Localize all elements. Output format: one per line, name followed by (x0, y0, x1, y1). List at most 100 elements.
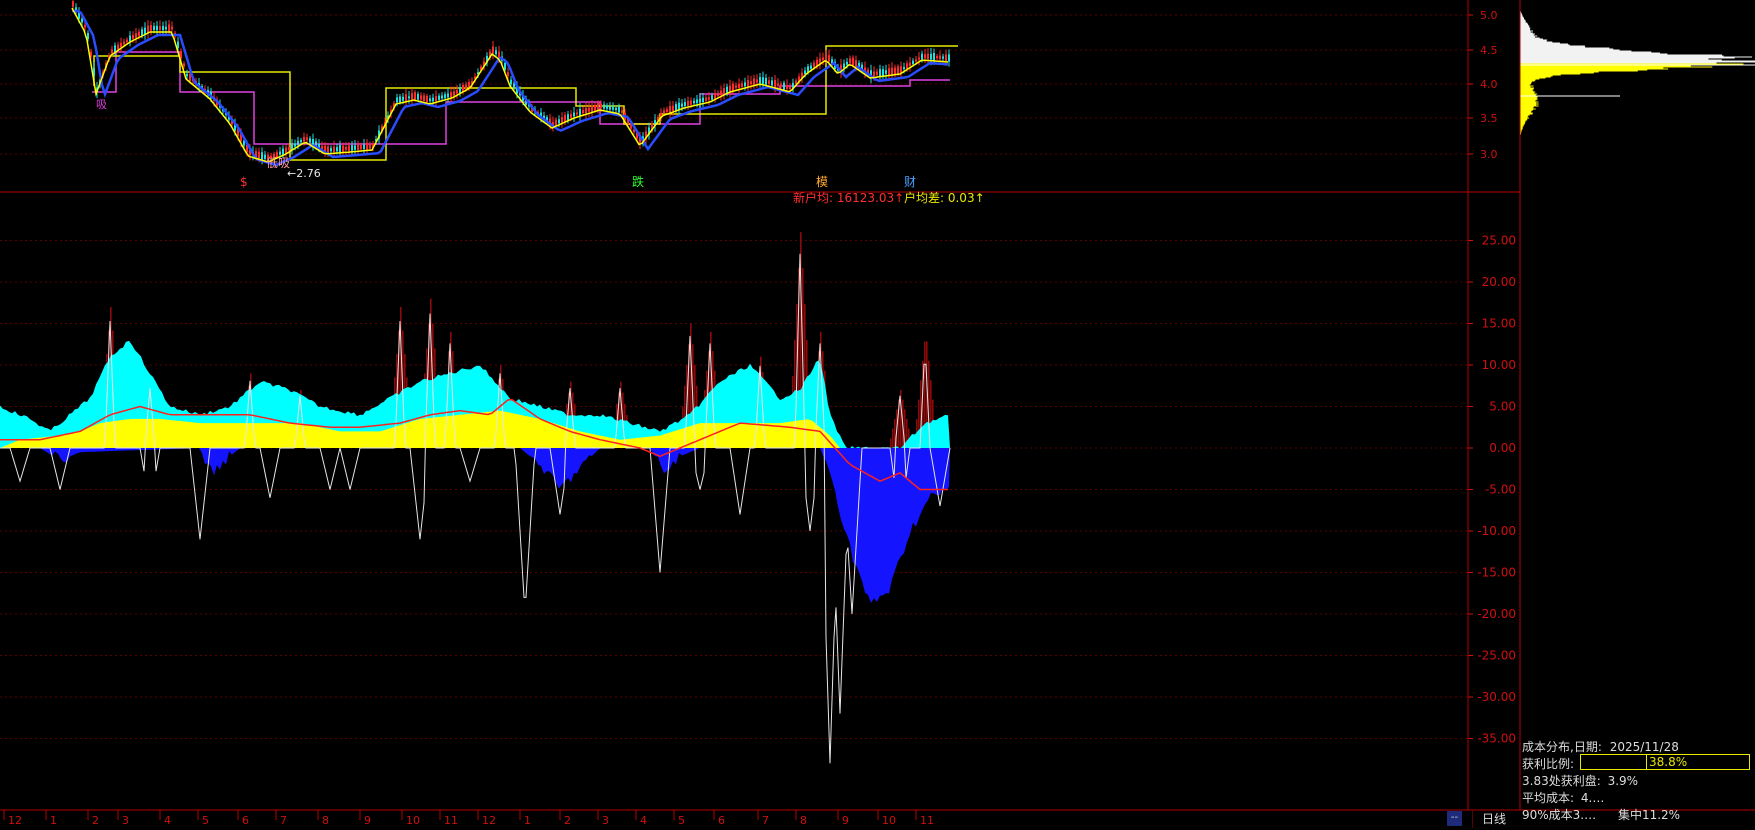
candle (429, 98, 431, 102)
candle (570, 113, 572, 118)
candle (744, 82, 746, 87)
candle (732, 83, 734, 92)
indicator-tick-label: -20.00 (1477, 607, 1516, 621)
indicator-tick-label: -25.00 (1477, 649, 1516, 663)
time-label: 9 (842, 814, 849, 827)
time-label: 8 (322, 814, 329, 827)
candle (351, 145, 353, 151)
household-avg-label: 新户均: 16123.03↑ (793, 190, 904, 205)
candle (822, 57, 824, 61)
candle (720, 90, 722, 96)
candle (408, 96, 410, 99)
indicator-tick-label: 20.00 (1482, 275, 1516, 289)
time-label: 5 (202, 814, 209, 827)
candle (162, 25, 164, 31)
candle (336, 147, 338, 152)
candle (567, 114, 569, 121)
period-selector-button[interactable]: 日线 (1472, 810, 1515, 828)
time-label: 12 (482, 814, 496, 827)
candle (588, 107, 590, 112)
candle (813, 62, 815, 68)
candle (717, 92, 719, 97)
candle (330, 147, 332, 152)
indicator-tick-label: 15.00 (1482, 317, 1516, 331)
candle (144, 27, 146, 35)
scroll-button[interactable]: -- (1447, 811, 1462, 826)
candle (348, 145, 350, 151)
candle (690, 100, 692, 105)
candle (663, 110, 665, 113)
candle (888, 68, 890, 76)
candle (120, 42, 122, 48)
candle (879, 69, 881, 77)
candle (177, 41, 179, 48)
candle (84, 25, 86, 28)
candle (921, 53, 923, 60)
time-label: 9 (364, 814, 371, 827)
price-tick-label: 3.5 (1480, 112, 1498, 125)
candle (693, 100, 695, 104)
profit-ratio-value: 38.8% (1649, 755, 1688, 769)
candle (111, 49, 113, 54)
candle (699, 98, 701, 103)
candle (420, 95, 422, 100)
candle (711, 95, 713, 100)
candle (585, 107, 587, 114)
candle (681, 103, 683, 107)
household-diff-label: 户均差: 0.03↑ (904, 190, 985, 205)
stock-chart[interactable]: 5.04.54.03.53.0 25.0020.0015.0010.005.00… (0, 0, 1755, 830)
candle (603, 104, 605, 109)
candle (441, 95, 443, 99)
candle (453, 91, 455, 96)
candle (432, 97, 434, 102)
candle (168, 24, 170, 32)
candle (600, 103, 602, 109)
candle (903, 67, 905, 70)
candle (726, 86, 728, 94)
candle (135, 33, 137, 38)
cost-title: 成本分布,日期: (1522, 740, 1602, 754)
candle (294, 143, 296, 147)
candle (882, 69, 884, 76)
candle (768, 80, 770, 84)
candle (132, 35, 134, 39)
candle (774, 79, 776, 88)
candle (444, 94, 446, 99)
cost-distribution-panel: 成本分布,日期: 2025/11/28 获利比例: 38.8% 3.83处获利盘… (1520, 736, 1755, 830)
candle (141, 29, 143, 36)
time-label: 2 (92, 814, 99, 827)
candle (612, 107, 614, 110)
candle (411, 93, 413, 101)
candle (156, 25, 158, 31)
candle (279, 151, 281, 155)
indicator-tick-label: -5.00 (1485, 483, 1516, 497)
candle (609, 105, 611, 110)
time-label: 3 (122, 814, 129, 827)
candle (123, 41, 125, 45)
candle (945, 54, 947, 62)
candle (138, 31, 140, 37)
time-label: 6 (242, 814, 249, 827)
candle (186, 73, 188, 77)
candle (897, 66, 899, 75)
candle (396, 97, 398, 103)
time-label: 8 (800, 814, 807, 827)
indicator-tick-label: -35.00 (1477, 732, 1516, 746)
candle (924, 54, 926, 59)
avg-cost-value: 4.… (1580, 791, 1605, 805)
time-label: 3 (602, 814, 609, 827)
candle (513, 83, 515, 89)
candle (495, 50, 497, 55)
candle (606, 105, 608, 109)
price-tick-label: 3.0 (1480, 148, 1498, 161)
candle (714, 93, 716, 99)
indicator-tick-label: 5.00 (1489, 400, 1516, 414)
profit-ratio-bar: 38.8% (1580, 754, 1750, 770)
candle (873, 71, 875, 76)
candle (447, 93, 449, 98)
candle (687, 100, 689, 106)
indicator-header: 新户均: 16123.03↑ 户均差: 0.03↑ (793, 190, 985, 205)
candle (285, 147, 287, 154)
candle (555, 119, 557, 126)
indicator-tick-label: 25.00 (1482, 234, 1516, 248)
